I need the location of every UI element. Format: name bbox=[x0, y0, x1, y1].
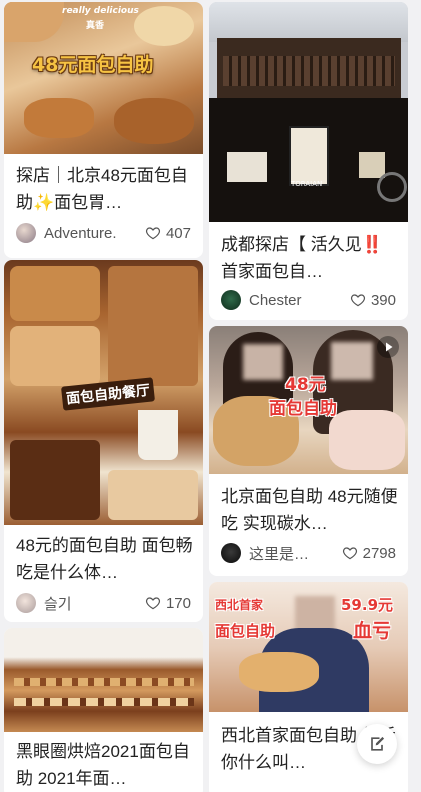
cover-headline-right: 血亏 bbox=[353, 620, 392, 642]
note-title[interactable]: 成都探店【 活久见‼️首家面包自… bbox=[221, 231, 398, 285]
author-name[interactable]: 슬기 bbox=[44, 593, 145, 614]
note-meta: 这里是… 2798 bbox=[221, 541, 396, 565]
like-count: 407 bbox=[165, 224, 191, 242]
author-avatar[interactable] bbox=[221, 290, 241, 310]
note-card[interactable]: 黑眼圈烘焙2021面包自助 2021年面… bbox=[4, 628, 203, 792]
like-count: 170 bbox=[165, 594, 191, 612]
play-icon bbox=[377, 336, 399, 358]
author-name[interactable]: 这里是… bbox=[249, 543, 342, 564]
cover-headline-line1: 48元 bbox=[285, 375, 326, 395]
heart-outline-icon bbox=[350, 294, 366, 307]
note-card[interactable]: 面包自助餐厅 48元的面包自助 面包畅吃是什么体… 슬기 170 bbox=[4, 260, 203, 622]
note-cover-image: 面包自助餐厅 bbox=[4, 260, 203, 525]
like-button[interactable]: 2798 bbox=[342, 545, 396, 562]
note-cover-image: really delicious 真香 48元面包自助 bbox=[4, 2, 203, 154]
heart-outline-icon bbox=[145, 227, 161, 240]
note-cover-image bbox=[4, 628, 203, 732]
cover-headline-line2: 面包自助 bbox=[269, 399, 337, 419]
note-card[interactable]: TORAIAN 成都探店【 活久见‼️首家面包自… Chester 390 bbox=[209, 2, 408, 320]
heart-outline-icon bbox=[145, 597, 161, 610]
compose-button[interactable] bbox=[357, 724, 397, 764]
like-count: 2798 bbox=[362, 544, 396, 562]
cover-small-text: really delicious bbox=[62, 6, 139, 16]
note-cover-image: 48元 面包自助 bbox=[209, 326, 408, 474]
note-card[interactable]: really delicious 真香 48元面包自助 探店｜北京48元面包自助… bbox=[4, 2, 203, 258]
cover-headline-left2: 面包自助 bbox=[215, 622, 276, 640]
author-avatar[interactable] bbox=[16, 223, 36, 243]
note-title[interactable]: 探店｜北京48元面包自助✨面包胃… bbox=[16, 162, 193, 216]
author-avatar[interactable] bbox=[221, 543, 241, 563]
like-button[interactable]: 170 bbox=[145, 595, 191, 612]
note-meta: 슬기 170 bbox=[16, 591, 191, 615]
like-button[interactable]: 390 bbox=[350, 292, 396, 309]
edit-note-icon bbox=[371, 736, 385, 751]
cover-headline: 48元面包自助 bbox=[32, 54, 154, 76]
note-card[interactable]: 48元 面包自助 北京面包自助 48元随便吃 实现碳水… 这里是… 2798 bbox=[209, 326, 408, 576]
cover-price: 59.9元 bbox=[341, 596, 394, 614]
heart-outline-icon bbox=[342, 547, 357, 560]
like-count: 390 bbox=[370, 291, 396, 309]
like-button[interactable]: 407 bbox=[145, 225, 191, 242]
note-title[interactable]: 黑眼圈烘焙2021面包自助 2021年面… bbox=[16, 738, 193, 792]
note-meta: Adventure. 407 bbox=[16, 221, 191, 245]
author-name[interactable]: Chester bbox=[249, 292, 350, 309]
note-title[interactable]: 北京面包自助 48元随便吃 实现碳水… bbox=[221, 483, 398, 537]
cover-tag: 真香 bbox=[86, 21, 105, 31]
note-title[interactable]: 48元的面包自助 面包畅吃是什么体… bbox=[16, 532, 193, 586]
cover-sign-text: TORAIAN bbox=[291, 180, 323, 188]
note-cover-image: TORAIAN bbox=[209, 2, 408, 222]
note-meta: Chester 390 bbox=[221, 288, 396, 312]
cover-headline-left1: 西北首家 bbox=[215, 598, 264, 612]
note-cover-image: 西北首家 面包自助 59.9元 血亏 bbox=[209, 582, 408, 712]
author-name[interactable]: Adventure. bbox=[44, 225, 145, 242]
author-avatar[interactable] bbox=[16, 593, 36, 613]
